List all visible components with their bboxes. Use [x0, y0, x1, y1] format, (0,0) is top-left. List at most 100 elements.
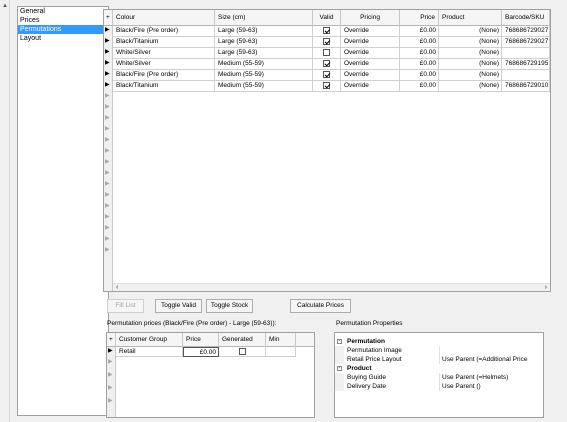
valid-checkbox[interactable]	[323, 38, 330, 45]
property-category[interactable]: - Permutation	[335, 337, 543, 346]
prices-cell-price[interactable]: £0.00	[183, 347, 219, 357]
column-header-price[interactable]: Price	[400, 10, 439, 26]
cell-barcode[interactable]: 768686729010	[502, 81, 550, 92]
cell-barcode[interactable]: 768686729195	[502, 59, 550, 70]
column-header-pricing[interactable]: Pricing	[341, 10, 400, 26]
cell-price[interactable]: £0.00	[400, 26, 439, 37]
column-header-colour[interactable]: Colour	[113, 10, 215, 26]
nav-item-layout[interactable]: Layout	[18, 34, 108, 43]
cell-price[interactable]: £0.00	[400, 48, 439, 59]
cell-barcode[interactable]: 768686729027	[502, 26, 550, 37]
scroll-left-icon[interactable]: ‹	[116, 284, 118, 291]
prices-column-price[interactable]: Price	[183, 333, 219, 347]
empty-row[interactable]: ▶	[104, 246, 550, 257]
empty-row[interactable]: ▶	[104, 191, 550, 202]
property-row[interactable]: Buying Guide Use Parent (=Helmets)	[335, 373, 543, 382]
toggle-valid-button[interactable]: Toggle Valid	[155, 299, 202, 313]
add-row-icon[interactable]: +	[104, 10, 113, 26]
valid-checkbox[interactable]	[323, 60, 330, 67]
nav-item-permutations[interactable]: Permutations	[18, 25, 108, 34]
prices-column-group[interactable]: Customer Group	[116, 333, 183, 347]
property-value[interactable]: Use Parent (=Helmets)	[442, 373, 508, 382]
generated-checkbox-cell[interactable]	[219, 347, 266, 357]
column-header-valid[interactable]: Valid	[313, 10, 341, 26]
left-scrollbar[interactable]: ▲	[0, 0, 10, 422]
prices-cell-min[interactable]	[266, 347, 296, 357]
property-row[interactable]: Delivery Date Use Parent ()	[335, 382, 543, 391]
empty-row[interactable]: ▶	[104, 92, 550, 103]
cell-size[interactable]: Medium (55-59)	[215, 70, 313, 81]
valid-checkbox-cell[interactable]	[313, 26, 341, 37]
empty-row[interactable]: ▶	[107, 397, 314, 408]
fill-list-button[interactable]: Fill List	[107, 299, 144, 313]
prices-column-min[interactable]: Min	[266, 333, 296, 347]
valid-checkbox[interactable]	[323, 82, 330, 89]
cell-pricing[interactable]: Override	[341, 81, 400, 92]
column-header-product[interactable]: Product	[439, 10, 502, 26]
valid-checkbox-cell[interactable]	[313, 48, 341, 59]
property-grid[interactable]: - Permutation Permutation Image Retail Pric…	[334, 332, 544, 418]
toggle-stock-button[interactable]: Toggle Stock	[206, 299, 253, 313]
cell-colour[interactable]: White/Silver	[113, 59, 215, 70]
empty-row[interactable]: ▶	[104, 202, 550, 213]
empty-row[interactable]: ▶	[107, 371, 314, 382]
cell-colour[interactable]: Black/Titanium	[113, 81, 215, 92]
cell-pricing[interactable]: Override	[341, 37, 400, 48]
table-row[interactable]: ▶ White/Silver Medium (55-59) Override £0.00…	[104, 59, 550, 70]
property-value[interactable]: Use Parent (=Additional Price	[442, 355, 527, 364]
column-header-size[interactable]: Size (cm)	[215, 10, 313, 26]
empty-row[interactable]: ▶	[104, 147, 550, 158]
empty-row[interactable]: ▶	[107, 384, 314, 395]
cell-colour[interactable]: Black/Fire (Pre order)	[113, 26, 215, 37]
cell-pricing[interactable]: Override	[341, 26, 400, 37]
prices-row[interactable]: ▶ Retail £0.00	[107, 347, 314, 357]
cell-price[interactable]: £0.00	[400, 81, 439, 92]
cell-product[interactable]: (None)	[439, 59, 502, 70]
property-category[interactable]: - Product	[335, 364, 543, 373]
empty-row[interactable]: ▶	[104, 103, 550, 114]
cell-pricing[interactable]: Override	[341, 48, 400, 59]
scroll-right-icon[interactable]: ›	[545, 284, 547, 291]
property-row[interactable]: Permutation Image	[335, 346, 543, 355]
empty-row[interactable]: ▶	[107, 358, 314, 369]
collapse-toggle-icon[interactable]: -	[337, 339, 342, 344]
cell-pricing[interactable]: Override	[341, 70, 400, 81]
cell-colour[interactable]: White/Silver	[113, 48, 215, 59]
table-row[interactable]: ▶ Black/Titanium Medium (55-59) Override £0.…	[104, 81, 550, 92]
cell-size[interactable]: Large (59-63)	[215, 26, 313, 37]
cell-colour[interactable]: Black/Fire (Pre order)	[113, 70, 215, 81]
empty-row[interactable]: ▶	[104, 224, 550, 235]
navigation-list[interactable]: General Prices Permutations Layout	[17, 6, 109, 416]
empty-row[interactable]: ▶	[104, 180, 550, 191]
cell-pricing[interactable]: Override	[341, 59, 400, 70]
valid-checkbox-cell[interactable]	[313, 70, 341, 81]
horizontal-scrollbar[interactable]: ‹ ›	[113, 283, 550, 291]
generated-checkbox[interactable]	[238, 348, 246, 355]
prices-cell-group[interactable]: Retail	[116, 347, 183, 357]
empty-row[interactable]: ▶	[104, 136, 550, 147]
valid-checkbox[interactable]	[323, 27, 330, 34]
cell-product[interactable]: (None)	[439, 48, 502, 59]
cell-size[interactable]: Medium (55-59)	[215, 59, 313, 70]
empty-row[interactable]: ▶	[104, 213, 550, 224]
nav-item-general[interactable]: General	[18, 7, 108, 16]
cell-product[interactable]: (None)	[439, 37, 502, 48]
empty-row[interactable]: ▶	[104, 169, 550, 180]
cell-size[interactable]: Medium (55-59)	[215, 81, 313, 92]
cell-barcode[interactable]: 768686729027	[502, 37, 550, 48]
valid-checkbox-cell[interactable]	[313, 37, 341, 48]
property-row[interactable]: Retail Price Layout Use Parent (=Addition…	[335, 355, 543, 364]
empty-row[interactable]: ▶	[104, 235, 550, 246]
cell-product[interactable]: (None)	[439, 81, 502, 92]
cell-price[interactable]: £0.00	[400, 37, 439, 48]
cell-product[interactable]: (None)	[439, 26, 502, 37]
nav-item-prices[interactable]: Prices	[18, 16, 108, 25]
cell-price[interactable]: £0.00	[400, 59, 439, 70]
cell-barcode[interactable]	[502, 70, 550, 81]
permutations-grid[interactable]: + Colour Size (cm) Valid Pricing Price Produc…	[103, 9, 551, 292]
cell-barcode[interactable]	[502, 48, 550, 59]
permutation-prices-grid[interactable]: + Customer Group Price Generated Min ▶ Retai…	[106, 332, 315, 418]
cell-size[interactable]: Large (59-63)	[215, 37, 313, 48]
cell-size[interactable]: Large (59-63)	[215, 48, 313, 59]
table-row[interactable]: ▶ Black/Fire (Pre order) Large (59-63) Over…	[104, 26, 550, 37]
